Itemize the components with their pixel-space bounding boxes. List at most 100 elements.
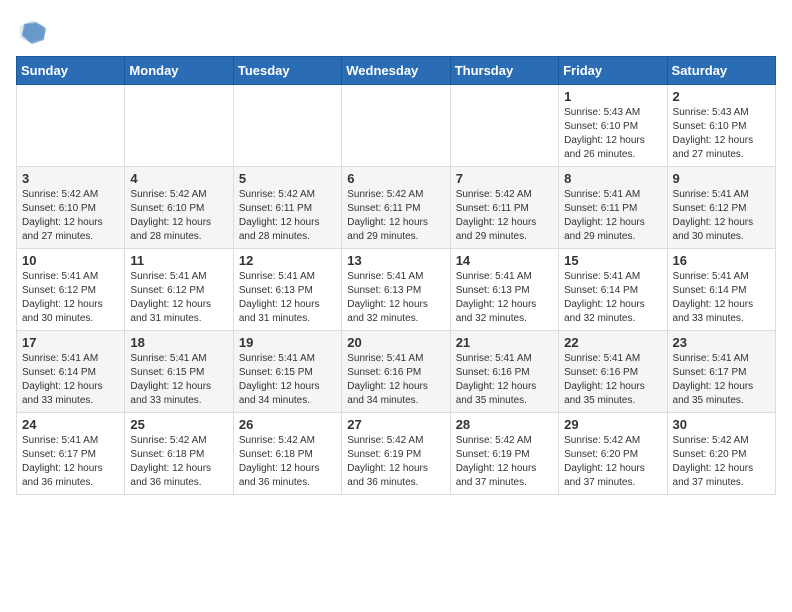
day-header-thursday: Thursday	[450, 57, 558, 85]
day-info: Sunrise: 5:41 AM Sunset: 6:14 PM Dayligh…	[673, 270, 770, 326]
calendar-cell	[450, 85, 558, 167]
day-number: 11	[130, 253, 227, 268]
day-info: Sunrise: 5:41 AM Sunset: 6:16 PM Dayligh…	[456, 352, 553, 408]
calendar-cell: 23 Sunrise: 5:41 AM Sunset: 6:17 PM Dayli…	[667, 331, 775, 413]
calendar-cell: 12 Sunrise: 5:41 AM Sunset: 6:13 PM Dayli…	[233, 249, 341, 331]
day-number: 12	[239, 253, 336, 268]
day-info: Sunrise: 5:42 AM Sunset: 6:19 PM Dayligh…	[456, 434, 553, 490]
day-info: Sunrise: 5:41 AM Sunset: 6:17 PM Dayligh…	[22, 434, 119, 490]
calendar-cell: 15 Sunrise: 5:41 AM Sunset: 6:14 PM Dayli…	[559, 249, 667, 331]
calendar-cell: 1 Sunrise: 5:43 AM Sunset: 6:10 PM Daylig…	[559, 85, 667, 167]
calendar-header-row: SundayMondayTuesdayWednesdayThursdayFrid…	[17, 57, 776, 85]
day-info: Sunrise: 5:42 AM Sunset: 6:20 PM Dayligh…	[673, 434, 770, 490]
day-number: 26	[239, 417, 336, 432]
day-info: Sunrise: 5:41 AM Sunset: 6:15 PM Dayligh…	[130, 352, 227, 408]
day-header-sunday: Sunday	[17, 57, 125, 85]
day-info: Sunrise: 5:41 AM Sunset: 6:16 PM Dayligh…	[564, 352, 661, 408]
day-number: 24	[22, 417, 119, 432]
calendar-cell: 11 Sunrise: 5:41 AM Sunset: 6:12 PM Dayli…	[125, 249, 233, 331]
day-number: 23	[673, 335, 770, 350]
calendar-cell: 21Sunrise: 5:41 AM Sunset: 6:16 PM Dayli…	[450, 331, 558, 413]
day-info: Sunrise: 5:41 AM Sunset: 6:13 PM Dayligh…	[239, 270, 336, 326]
calendar-week-4: 17Sunrise: 5:41 AM Sunset: 6:14 PM Dayli…	[17, 331, 776, 413]
day-header-monday: Monday	[125, 57, 233, 85]
day-header-wednesday: Wednesday	[342, 57, 450, 85]
calendar-week-2: 3 Sunrise: 5:42 AM Sunset: 6:10 PM Daylig…	[17, 167, 776, 249]
day-info: Sunrise: 5:41 AM Sunset: 6:15 PM Dayligh…	[239, 352, 336, 408]
calendar-cell: 19 Sunrise: 5:41 AM Sunset: 6:15 PM Dayli…	[233, 331, 341, 413]
day-number: 6	[347, 171, 444, 186]
day-number: 4	[130, 171, 227, 186]
calendar-cell: 30 Sunrise: 5:42 AM Sunset: 6:20 PM Dayli…	[667, 413, 775, 495]
day-info: Sunrise: 5:41 AM Sunset: 6:12 PM Dayligh…	[130, 270, 227, 326]
calendar-table: SundayMondayTuesdayWednesdayThursdayFrid…	[16, 56, 776, 495]
day-header-friday: Friday	[559, 57, 667, 85]
day-number: 1	[564, 89, 661, 104]
day-info: Sunrise: 5:41 AM Sunset: 6:12 PM Dayligh…	[673, 188, 770, 244]
day-info: Sunrise: 5:42 AM Sunset: 6:18 PM Dayligh…	[130, 434, 227, 490]
calendar-cell: 20Sunrise: 5:41 AM Sunset: 6:16 PM Dayli…	[342, 331, 450, 413]
calendar-cell	[17, 85, 125, 167]
day-number: 29	[564, 417, 661, 432]
day-info: Sunrise: 5:41 AM Sunset: 6:14 PM Dayligh…	[564, 270, 661, 326]
day-info: Sunrise: 5:42 AM Sunset: 6:19 PM Dayligh…	[347, 434, 444, 490]
calendar-cell: 18Sunrise: 5:41 AM Sunset: 6:15 PM Dayli…	[125, 331, 233, 413]
calendar-cell: 3Sunrise: 5:42 AM Sunset: 6:10 PM Daylig…	[17, 167, 125, 249]
calendar-cell: 7 Sunrise: 5:42 AM Sunset: 6:11 PM Daylig…	[450, 167, 558, 249]
calendar-cell: 22 Sunrise: 5:41 AM Sunset: 6:16 PM Dayli…	[559, 331, 667, 413]
calendar-cell: 4 Sunrise: 5:42 AM Sunset: 6:10 PM Daylig…	[125, 167, 233, 249]
day-info: Sunrise: 5:43 AM Sunset: 6:10 PM Dayligh…	[673, 106, 770, 162]
day-info: Sunrise: 5:41 AM Sunset: 6:17 PM Dayligh…	[673, 352, 770, 408]
day-number: 3	[22, 171, 119, 186]
day-info: Sunrise: 5:43 AM Sunset: 6:10 PM Dayligh…	[564, 106, 661, 162]
day-info: Sunrise: 5:41 AM Sunset: 6:13 PM Dayligh…	[347, 270, 444, 326]
calendar-cell: 24 Sunrise: 5:41 AM Sunset: 6:17 PM Dayli…	[17, 413, 125, 495]
day-number: 30	[673, 417, 770, 432]
calendar-week-1: 1 Sunrise: 5:43 AM Sunset: 6:10 PM Daylig…	[17, 85, 776, 167]
calendar-cell: 9 Sunrise: 5:41 AM Sunset: 6:12 PM Daylig…	[667, 167, 775, 249]
day-header-tuesday: Tuesday	[233, 57, 341, 85]
calendar-cell	[342, 85, 450, 167]
calendar-cell: 26 Sunrise: 5:42 AM Sunset: 6:18 PM Dayli…	[233, 413, 341, 495]
calendar-cell: 27Sunrise: 5:42 AM Sunset: 6:19 PM Dayli…	[342, 413, 450, 495]
calendar-cell: 8 Sunrise: 5:41 AM Sunset: 6:11 PM Daylig…	[559, 167, 667, 249]
day-number: 2	[673, 89, 770, 104]
calendar-cell: 16 Sunrise: 5:41 AM Sunset: 6:14 PM Dayli…	[667, 249, 775, 331]
calendar-week-3: 10 Sunrise: 5:41 AM Sunset: 6:12 PM Dayli…	[17, 249, 776, 331]
day-number: 7	[456, 171, 553, 186]
day-info: Sunrise: 5:42 AM Sunset: 6:10 PM Dayligh…	[130, 188, 227, 244]
day-info: Sunrise: 5:41 AM Sunset: 6:11 PM Dayligh…	[564, 188, 661, 244]
day-info: Sunrise: 5:42 AM Sunset: 6:20 PM Dayligh…	[564, 434, 661, 490]
day-number: 16	[673, 253, 770, 268]
calendar-cell	[233, 85, 341, 167]
calendar-cell: 17Sunrise: 5:41 AM Sunset: 6:14 PM Dayli…	[17, 331, 125, 413]
day-info: Sunrise: 5:42 AM Sunset: 6:18 PM Dayligh…	[239, 434, 336, 490]
day-number: 22	[564, 335, 661, 350]
day-number: 15	[564, 253, 661, 268]
day-number: 5	[239, 171, 336, 186]
calendar-cell: 2 Sunrise: 5:43 AM Sunset: 6:10 PM Daylig…	[667, 85, 775, 167]
day-info: Sunrise: 5:41 AM Sunset: 6:13 PM Dayligh…	[456, 270, 553, 326]
calendar-cell	[125, 85, 233, 167]
page-header	[16, 16, 776, 48]
day-number: 8	[564, 171, 661, 186]
day-number: 9	[673, 171, 770, 186]
day-number: 10	[22, 253, 119, 268]
day-header-saturday: Saturday	[667, 57, 775, 85]
day-number: 17	[22, 335, 119, 350]
logo	[16, 16, 52, 48]
day-number: 13	[347, 253, 444, 268]
calendar-cell: 10Sunrise: 5:41 AM Sunset: 6:12 PM Dayli…	[17, 249, 125, 331]
day-info: Sunrise: 5:42 AM Sunset: 6:11 PM Dayligh…	[456, 188, 553, 244]
day-number: 14	[456, 253, 553, 268]
day-number: 19	[239, 335, 336, 350]
day-info: Sunrise: 5:42 AM Sunset: 6:11 PM Dayligh…	[239, 188, 336, 244]
calendar-cell: 6Sunrise: 5:42 AM Sunset: 6:11 PM Daylig…	[342, 167, 450, 249]
calendar-cell: 5 Sunrise: 5:42 AM Sunset: 6:11 PM Daylig…	[233, 167, 341, 249]
calendar-cell: 25 Sunrise: 5:42 AM Sunset: 6:18 PM Dayli…	[125, 413, 233, 495]
day-number: 25	[130, 417, 227, 432]
calendar-cell: 29 Sunrise: 5:42 AM Sunset: 6:20 PM Dayli…	[559, 413, 667, 495]
logo-icon	[16, 16, 48, 48]
day-info: Sunrise: 5:41 AM Sunset: 6:16 PM Dayligh…	[347, 352, 444, 408]
calendar-cell: 14 Sunrise: 5:41 AM Sunset: 6:13 PM Dayli…	[450, 249, 558, 331]
